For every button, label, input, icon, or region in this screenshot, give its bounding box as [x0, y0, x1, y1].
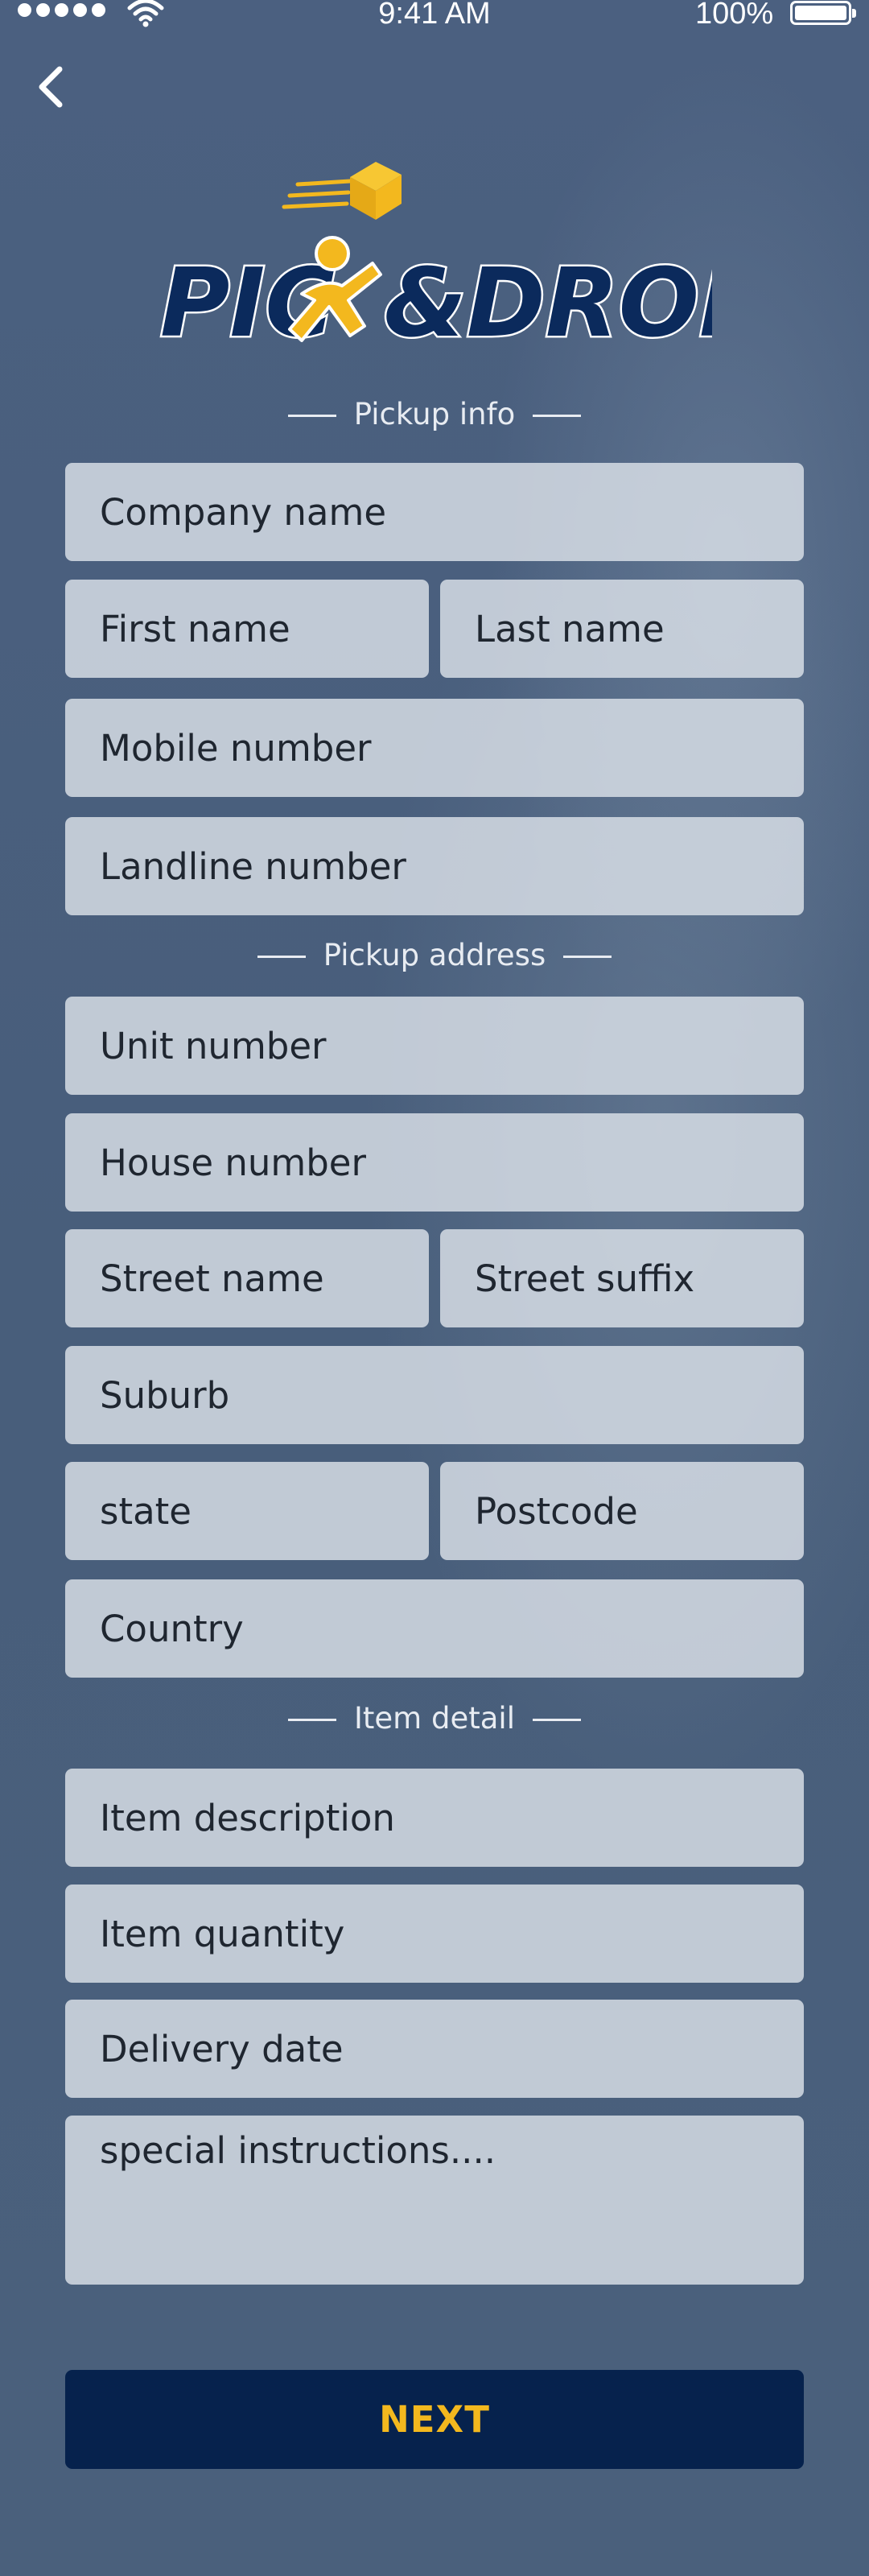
item-quantity-input[interactable] — [65, 1885, 804, 1983]
status-bar: 9:41 AM 100% — [0, 0, 869, 32]
item-description-input[interactable] — [65, 1769, 804, 1867]
section-header-pickup-address: Pickup address — [0, 938, 869, 972]
first-name-input[interactable] — [65, 580, 429, 678]
section-header-pickup-info: Pickup info — [0, 397, 869, 431]
house-number-input[interactable] — [65, 1113, 804, 1212]
logo-text-left: PIC — [160, 247, 335, 354]
pick-and-drop-logo: PIC &DROP — [159, 162, 712, 354]
logo-text-right: &DROP — [384, 247, 712, 354]
country-input[interactable] — [65, 1579, 804, 1678]
battery-percentage: 100% — [695, 0, 774, 31]
street-suffix-input[interactable] — [440, 1229, 804, 1327]
state-input[interactable] — [65, 1462, 429, 1560]
special-instructions-textarea[interactable] — [65, 2116, 804, 2285]
landline-number-input[interactable] — [65, 817, 804, 915]
street-name-input[interactable] — [65, 1229, 429, 1327]
delivery-date-input[interactable] — [65, 2000, 804, 2098]
company-name-input[interactable] — [65, 463, 804, 561]
mobile-number-input[interactable] — [65, 699, 804, 797]
suburb-input[interactable] — [65, 1346, 804, 1444]
battery-icon — [790, 1, 856, 25]
back-chevron-icon[interactable] — [32, 63, 72, 111]
postcode-input[interactable] — [440, 1462, 804, 1560]
section-header-item-detail: Item detail — [0, 1701, 869, 1736]
unit-number-input[interactable] — [65, 997, 804, 1095]
next-button[interactable]: NEXT — [65, 2370, 804, 2469]
section-label: Item detail — [354, 1701, 515, 1736]
section-label: Pickup info — [353, 397, 516, 431]
section-label: Pickup address — [323, 938, 546, 972]
last-name-input[interactable] — [440, 580, 804, 678]
